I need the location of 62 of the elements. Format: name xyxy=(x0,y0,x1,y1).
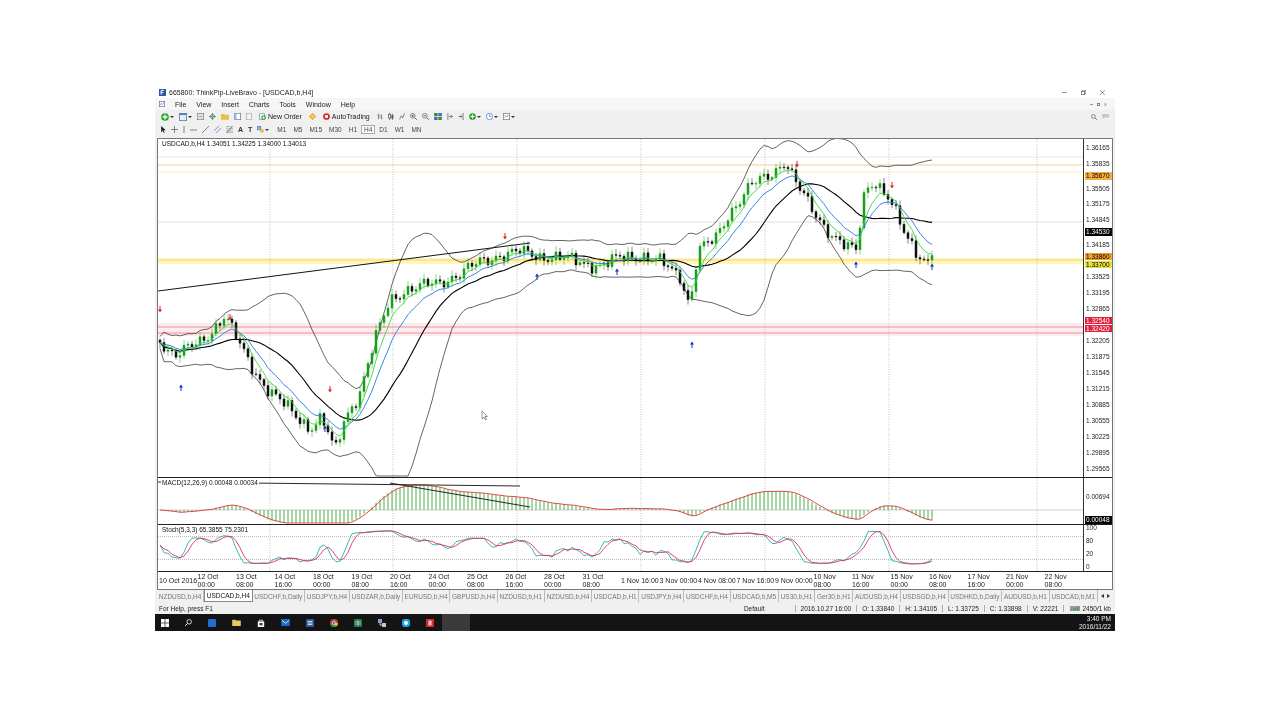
window-icon[interactable] xyxy=(179,112,187,121)
mouse-pointer-icon xyxy=(481,410,488,421)
channel-icon[interactable] xyxy=(214,126,221,133)
caret-icon[interactable] xyxy=(265,128,270,131)
down-arrow-icon xyxy=(795,161,799,168)
tile-windows-icon[interactable] xyxy=(433,113,442,120)
down-arrow-icon xyxy=(158,306,162,313)
template-icon[interactable] xyxy=(502,113,510,120)
start-icon[interactable] xyxy=(161,618,169,627)
color-wheel-icon[interactable] xyxy=(330,618,338,627)
close-icon[interactable] xyxy=(1100,89,1105,95)
down-arrow-icon xyxy=(228,314,232,321)
candlestick-icon[interactable] xyxy=(387,113,394,120)
caret-icon[interactable] xyxy=(476,115,481,118)
crosshair-icon[interactable] xyxy=(171,126,178,133)
caret-icon[interactable] xyxy=(188,115,192,118)
up-arrow-icon xyxy=(323,425,327,432)
bag-icon[interactable] xyxy=(257,618,265,627)
page-icon[interactable] xyxy=(246,113,252,120)
bar-chart-icon[interactable] xyxy=(376,113,383,120)
down-arrow-icon xyxy=(503,233,507,240)
linked-squares-icon[interactable] xyxy=(378,618,386,627)
round-tile-icon[interactable] xyxy=(402,618,410,627)
trendline-icon[interactable] xyxy=(202,126,209,133)
list-window-icon[interactable] xyxy=(197,113,204,120)
app-tile-icon[interactable] xyxy=(426,618,434,627)
mail-icon[interactable] xyxy=(281,619,290,626)
line-chart-icon[interactable] xyxy=(398,113,405,120)
up-arrow-icon xyxy=(615,268,619,275)
spreadsheet-icon[interactable] xyxy=(354,618,362,627)
up-arrow-icon xyxy=(690,341,694,348)
down-arrow-icon xyxy=(328,386,332,393)
document-icon[interactable] xyxy=(306,618,314,627)
zoom-out-icon[interactable] xyxy=(421,113,429,120)
folder-icon[interactable] xyxy=(232,619,241,626)
autoscroll-icon[interactable] xyxy=(457,113,464,120)
panel-icon[interactable] xyxy=(234,113,241,120)
minimize-icon[interactable] xyxy=(1090,103,1093,105)
fibonacci-icon[interactable] xyxy=(226,126,233,133)
chart-shift-icon[interactable] xyxy=(446,113,453,120)
close-icon[interactable] xyxy=(1104,102,1107,106)
zoom-in-icon[interactable] xyxy=(409,113,417,120)
down-arrow-icon xyxy=(890,182,894,189)
up-arrow-icon xyxy=(930,263,934,270)
plus-icon[interactable] xyxy=(259,113,266,120)
minimize-icon[interactable] xyxy=(1062,91,1067,93)
caret-icon[interactable] xyxy=(510,115,515,118)
stop-icon[interactable] xyxy=(322,113,330,120)
up-arrow-icon xyxy=(854,261,858,268)
up-arrow-icon xyxy=(535,273,539,280)
right-arrow-icon[interactable] xyxy=(1107,594,1110,598)
tile-icon[interactable] xyxy=(208,618,216,627)
left-arrow-icon[interactable] xyxy=(1101,594,1104,598)
restore-icon[interactable] xyxy=(1097,102,1100,106)
connection-bars-icon xyxy=(1070,605,1081,611)
cursor-icon[interactable] xyxy=(161,126,166,133)
crosshair-icon[interactable] xyxy=(209,113,216,120)
restore-icon[interactable] xyxy=(1081,89,1086,95)
caret-icon[interactable] xyxy=(170,115,174,118)
caret-icon[interactable] xyxy=(493,115,498,118)
chart-window-icon[interactable] xyxy=(159,101,165,107)
up-arrow-icon xyxy=(179,384,183,391)
